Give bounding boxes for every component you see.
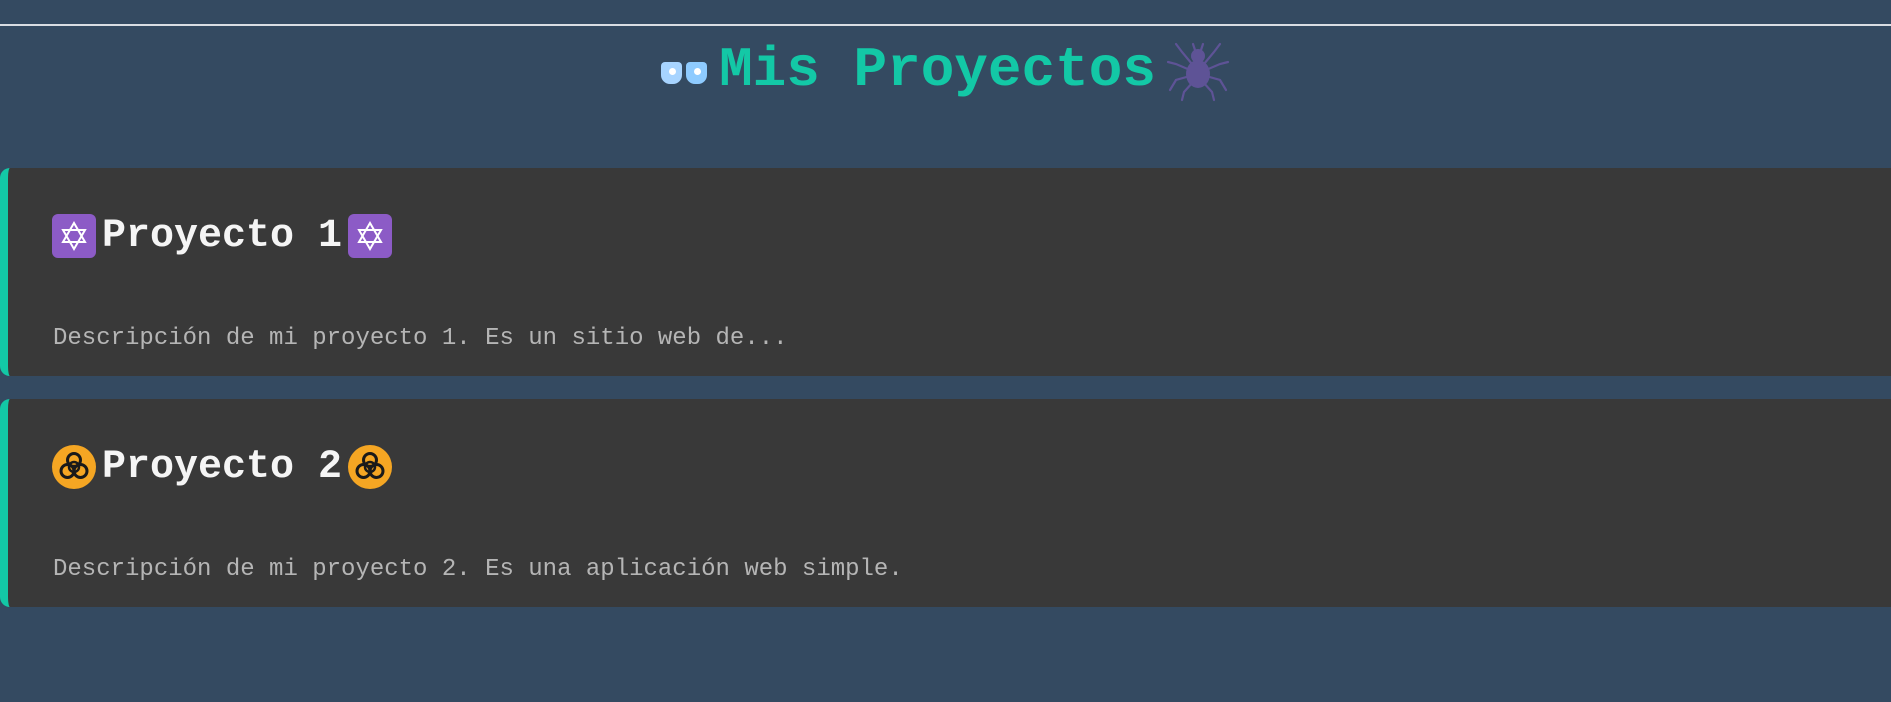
page-title: Mis Proyectos xyxy=(719,38,1156,102)
project-title-row: Proyecto 2 xyxy=(52,443,393,491)
biohazard-icon xyxy=(348,445,393,489)
six-pointed-star-icon xyxy=(348,214,393,258)
page-header: Mis Proyectos xyxy=(0,34,1891,106)
project-description: Descripción de mi proyecto 2. Es una apl… xyxy=(53,556,903,583)
biohazard-icon xyxy=(52,445,96,489)
project-title-row: Proyecto 1 xyxy=(52,212,393,260)
spider-icon xyxy=(1166,42,1230,102)
project-description: Descripción de mi proyecto 1. Es un siti… xyxy=(53,325,788,352)
eyes-icon xyxy=(661,62,708,84)
top-divider xyxy=(0,24,1891,26)
project-card: Proyecto 1 Descripción de mi proyecto 1.… xyxy=(0,168,1891,376)
six-pointed-star-icon xyxy=(52,214,96,258)
project-card: Proyecto 2 Descripción de mi proyecto 2.… xyxy=(0,399,1891,607)
project-title: Proyecto 1 xyxy=(102,213,343,259)
project-title: Proyecto 2 xyxy=(102,444,343,490)
